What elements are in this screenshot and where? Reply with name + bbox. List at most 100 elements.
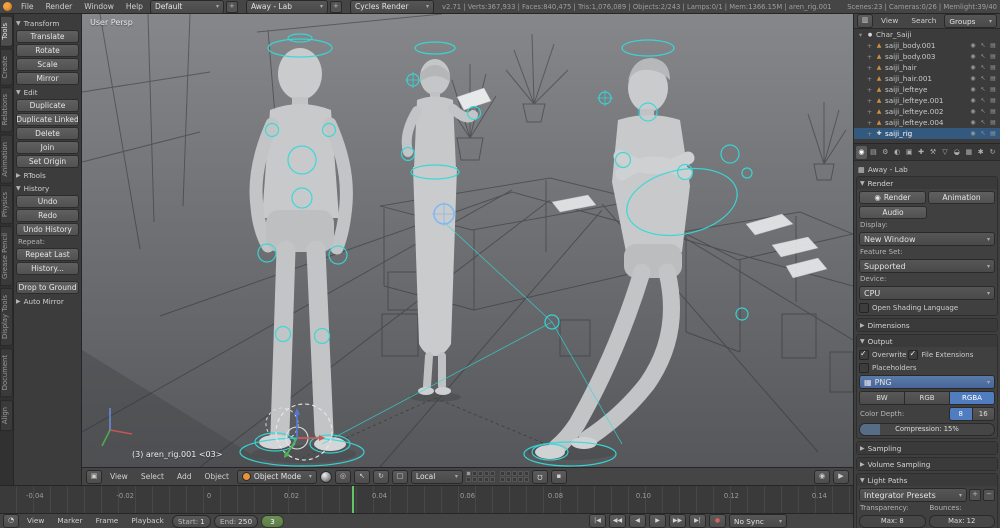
panel-rtools-header[interactable]: RTools <box>16 169 79 181</box>
transform-orientation-dropdown[interactable]: Local <box>411 470 463 484</box>
undo-history-button[interactable]: Undo History <box>16 223 79 236</box>
osl-checkbox[interactable] <box>859 303 869 313</box>
timeline-editor-type-button[interactable]: ◔ <box>3 514 19 528</box>
panel-history-header[interactable]: History <box>16 182 79 194</box>
mode-dropdown[interactable]: Object Mode <box>237 470 317 484</box>
object-menu[interactable]: Object <box>199 470 233 484</box>
tab-constraints-icon[interactable]: ✚ <box>916 146 927 159</box>
tab-animation[interactable]: Animation <box>0 135 13 184</box>
file-extensions-checkbox-row[interactable]: File Extensions <box>908 349 973 360</box>
play-button[interactable]: ▶ <box>649 514 666 528</box>
drop-to-ground-button[interactable]: Drop to Ground <box>16 281 79 294</box>
auto-keyframe-record-button[interactable]: ● <box>709 514 726 528</box>
device-dropdown[interactable]: CPU <box>859 286 995 300</box>
scale-button[interactable]: Scale <box>16 58 79 71</box>
render-toggle[interactable]: ▤ <box>989 53 997 60</box>
screen-layout-dropdown[interactable]: Default <box>150 0 224 14</box>
outliner-editor-type-button[interactable]: ▥ <box>857 14 873 28</box>
outliner-row[interactable]: + ▲ saiji_lefteye.004 ◉ ↖ ▤ <box>854 117 1000 128</box>
tab-scene-icon[interactable]: ⚙ <box>880 146 891 159</box>
render-button[interactable]: ◉ Render <box>859 191 926 204</box>
timeline-view-menu[interactable]: View <box>22 514 49 528</box>
duplicate-button[interactable]: Duplicate <box>16 99 79 112</box>
current-frame-field[interactable]: 3 <box>261 515 284 528</box>
redo-button[interactable]: Redo <box>16 209 79 222</box>
outliner-row[interactable]: + ▲ saiji_lefteye.002 ◉ ↖ ▤ <box>854 106 1000 117</box>
tab-align[interactable]: Align <box>0 400 13 431</box>
snap-magnet-button[interactable]: Ω <box>532 470 548 484</box>
tab-world-icon[interactable]: ◐ <box>892 146 903 159</box>
volume-sampling-panel-header[interactable]: Volume Sampling <box>857 458 997 470</box>
hide-toggle[interactable]: ◉ <box>969 108 977 115</box>
opengl-render-anim-button[interactable]: ▶ <box>833 470 849 484</box>
select-menu[interactable]: Select <box>136 470 169 484</box>
tab-texture-icon[interactable]: ▦ <box>963 146 974 159</box>
editor-type-button[interactable]: ▣ <box>86 470 102 484</box>
duplicate-linked-button[interactable]: Duplicate Linked <box>16 113 79 126</box>
outliner-row[interactable]: + ▲ saiji_lefteye ◉ ↖ ▤ <box>854 84 1000 95</box>
start-frame-field[interactable]: Start: 1 <box>172 515 211 528</box>
set-origin-button[interactable]: Set Origin <box>16 155 79 168</box>
render-toggle[interactable]: ▤ <box>989 64 997 71</box>
mirror-button[interactable]: Mirror <box>16 72 79 85</box>
hide-toggle[interactable]: ◉ <box>969 97 977 104</box>
menu-render[interactable]: Render <box>41 0 78 14</box>
timeline-playback-menu[interactable]: Playback <box>126 514 169 528</box>
previous-keyframe-button[interactable]: ◀◀ <box>609 514 626 528</box>
tab-data-icon[interactable]: ▽ <box>939 146 950 159</box>
jump-to-end-button[interactable]: ▶| <box>689 514 706 528</box>
select-toggle[interactable]: ↖ <box>979 119 987 126</box>
tab-document[interactable]: Document <box>0 348 13 397</box>
render-toggle[interactable]: ▤ <box>989 108 997 115</box>
tab-render-layers-icon[interactable]: ▤ <box>868 146 879 159</box>
transparency-max-field[interactable]: Max: 8 <box>859 515 926 528</box>
light-paths-panel-header[interactable]: Light Paths <box>857 474 997 486</box>
display-dropdown[interactable]: New Window <box>859 232 995 246</box>
hide-toggle[interactable]: ◉ <box>969 64 977 71</box>
overwrite-checkbox-row[interactable]: Overwrite <box>859 349 906 360</box>
scene-dropdown[interactable]: Away - Lab <box>246 0 328 14</box>
color-depth-segment[interactable]: 8 16 <box>949 407 995 421</box>
select-toggle[interactable]: ↖ <box>979 130 987 137</box>
timeline-marker-menu[interactable]: Marker <box>52 514 87 528</box>
play-reverse-button[interactable]: ◀ <box>629 514 646 528</box>
timeline-frame-menu[interactable]: Frame <box>91 514 124 528</box>
outliner-row[interactable]: + ▲ saiji_hair ◉ ↖ ▤ <box>854 62 1000 73</box>
viewport-3d[interactable]: User Persp (3) aren_rig.001 <03> <box>82 14 853 467</box>
end-frame-field[interactable]: End: 250 <box>214 515 258 528</box>
placeholders-checkbox[interactable] <box>859 363 869 373</box>
menu-help[interactable]: Help <box>121 0 148 14</box>
render-toggle[interactable]: ▤ <box>989 42 997 49</box>
add-preset-button[interactable]: + <box>969 489 981 501</box>
tab-grease-pencil[interactable]: Grease Pencil <box>0 226 13 286</box>
compression-slider[interactable]: Compression: 15% <box>859 423 995 436</box>
hide-toggle[interactable]: ◉ <box>969 119 977 126</box>
render-toggle[interactable]: ▤ <box>989 97 997 104</box>
tab-object-icon[interactable]: ▣ <box>904 146 915 159</box>
hide-toggle[interactable]: ◉ <box>969 53 977 60</box>
tab-material-icon[interactable]: ◒ <box>951 146 962 159</box>
tab-create[interactable]: Create <box>0 49 13 86</box>
outliner-display-mode-dropdown[interactable]: Groups <box>944 14 997 28</box>
render-toggle[interactable]: ▤ <box>989 119 997 126</box>
tab-render-icon[interactable]: ◉ <box>856 146 867 159</box>
select-toggle[interactable]: ↖ <box>979 75 987 82</box>
join-button[interactable]: Join <box>16 141 79 154</box>
render-audio-button[interactable]: Audio <box>859 206 927 219</box>
view-menu[interactable]: View <box>105 470 133 484</box>
add-menu[interactable]: Add <box>172 470 197 484</box>
file-extensions-checkbox[interactable] <box>908 350 918 360</box>
layers-widget[interactable] <box>466 471 529 482</box>
select-toggle[interactable]: ↖ <box>979 42 987 49</box>
pivot-point-dropdown[interactable]: ◎ <box>335 470 351 484</box>
select-toggle[interactable]: ↖ <box>979 53 987 60</box>
remove-preset-button[interactable]: − <box>983 489 995 501</box>
sync-mode-dropdown[interactable]: No Sync <box>729 514 787 528</box>
render-toggle[interactable]: ▤ <box>989 75 997 82</box>
osl-checkbox-row[interactable]: Open Shading Language <box>859 302 995 313</box>
jump-to-start-button[interactable]: |◀ <box>589 514 606 528</box>
outliner-search-menu[interactable]: Search <box>906 14 941 28</box>
menu-file[interactable]: File <box>16 0 39 14</box>
outliner-row[interactable]: + ▲ saiji_lefteye.001 ◉ ↖ ▤ <box>854 95 1000 106</box>
file-format-dropdown[interactable]: ▦ PNG <box>859 375 995 389</box>
